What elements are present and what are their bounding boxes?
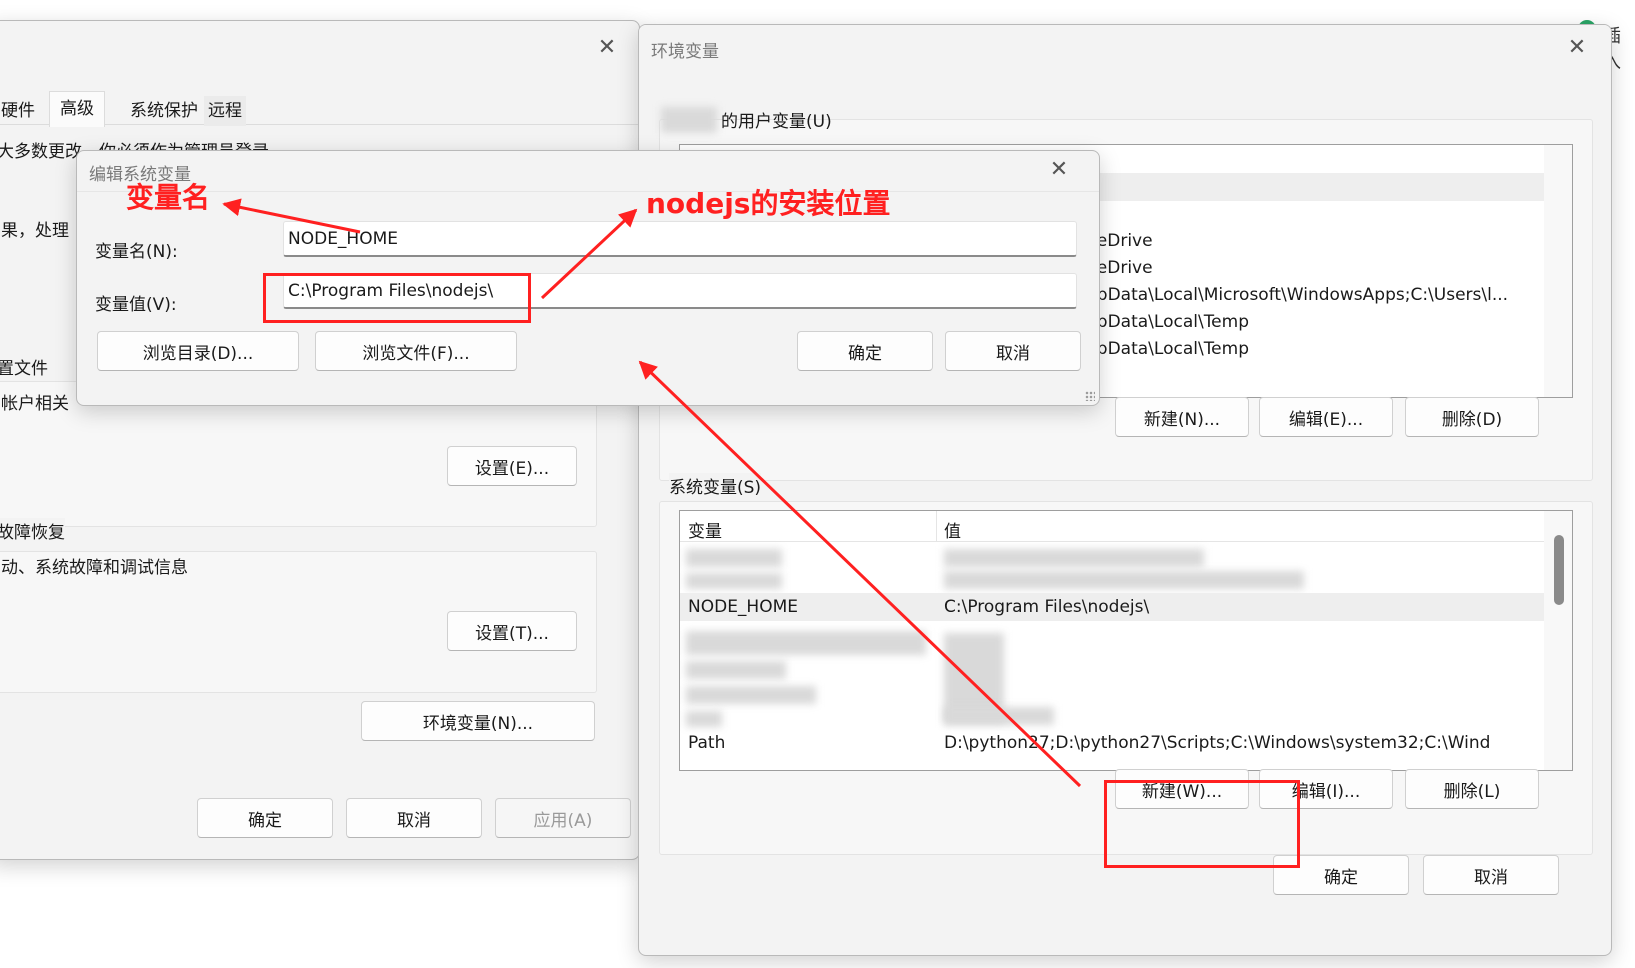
annotation-arrows xyxy=(222,198,1082,788)
arrow-to-install-path xyxy=(540,208,638,300)
arrow-to-variable-name xyxy=(222,198,361,234)
arrow-from-new-button xyxy=(638,360,1082,788)
